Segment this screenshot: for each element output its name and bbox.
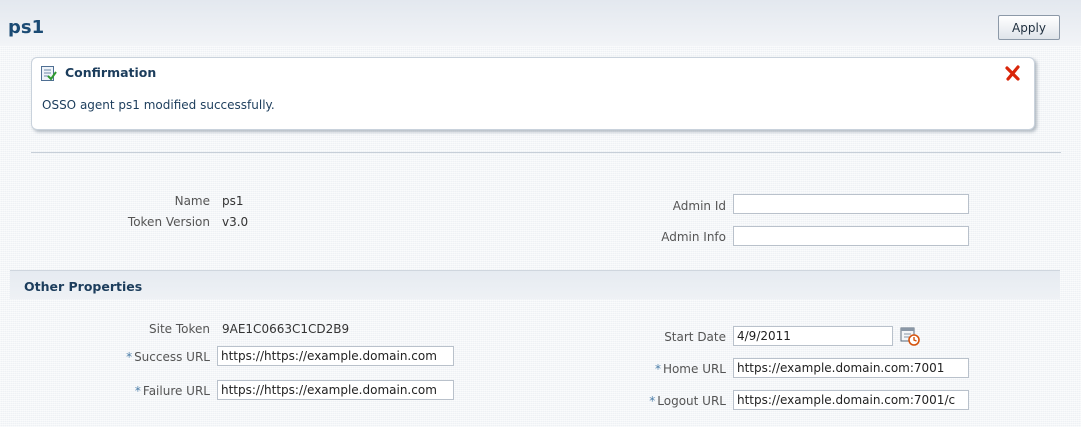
- token-version-label: Token Version: [127, 215, 210, 229]
- required-marker: *: [654, 362, 661, 376]
- calendar-icon[interactable]: [900, 326, 920, 346]
- checklist-icon: [41, 66, 57, 81]
- site-token-value: 9AE1C0663C1CD2B9: [222, 322, 350, 336]
- divider: [31, 152, 1061, 153]
- required-marker: *: [126, 350, 133, 364]
- confirmation-title: Confirmation: [65, 65, 157, 80]
- logout-url-label: * Logout URL: [649, 394, 726, 408]
- failure-url-field[interactable]: [217, 380, 454, 400]
- page-title: ps1: [8, 17, 45, 38]
- admin-info-label: Admin Info: [661, 230, 726, 244]
- apply-button[interactable]: Apply: [998, 15, 1060, 40]
- site-token-label: Site Token: [149, 322, 210, 336]
- confirmation-panel: Confirmation OSSO agent ps1 modified suc…: [31, 57, 1035, 130]
- admin-info-field[interactable]: [733, 226, 969, 246]
- header-band: [0, 0, 1081, 46]
- close-x-icon[interactable]: [1005, 65, 1021, 81]
- admin-id-field[interactable]: [733, 194, 969, 214]
- success-url-field[interactable]: [217, 346, 454, 366]
- home-url-field[interactable]: [733, 358, 969, 378]
- token-version-value: v3.0: [222, 215, 249, 229]
- name-value: ps1: [222, 194, 244, 208]
- confirmation-message: OSSO agent ps1 modified successfully.: [42, 98, 275, 112]
- start-date-field[interactable]: [733, 326, 893, 346]
- home-url-label: * Home URL: [654, 362, 726, 376]
- section-title: Other Properties: [24, 279, 143, 294]
- start-date-label: Start Date: [664, 330, 726, 344]
- name-label: Name: [174, 194, 210, 208]
- required-marker: *: [134, 384, 141, 398]
- required-marker: *: [649, 394, 656, 408]
- failure-url-label: * Failure URL: [134, 384, 210, 398]
- other-properties-header: Other Properties: [10, 270, 1060, 299]
- admin-id-label: Admin Id: [672, 199, 726, 213]
- success-url-label: * Success URL: [126, 350, 210, 364]
- logout-url-field[interactable]: [733, 390, 969, 410]
